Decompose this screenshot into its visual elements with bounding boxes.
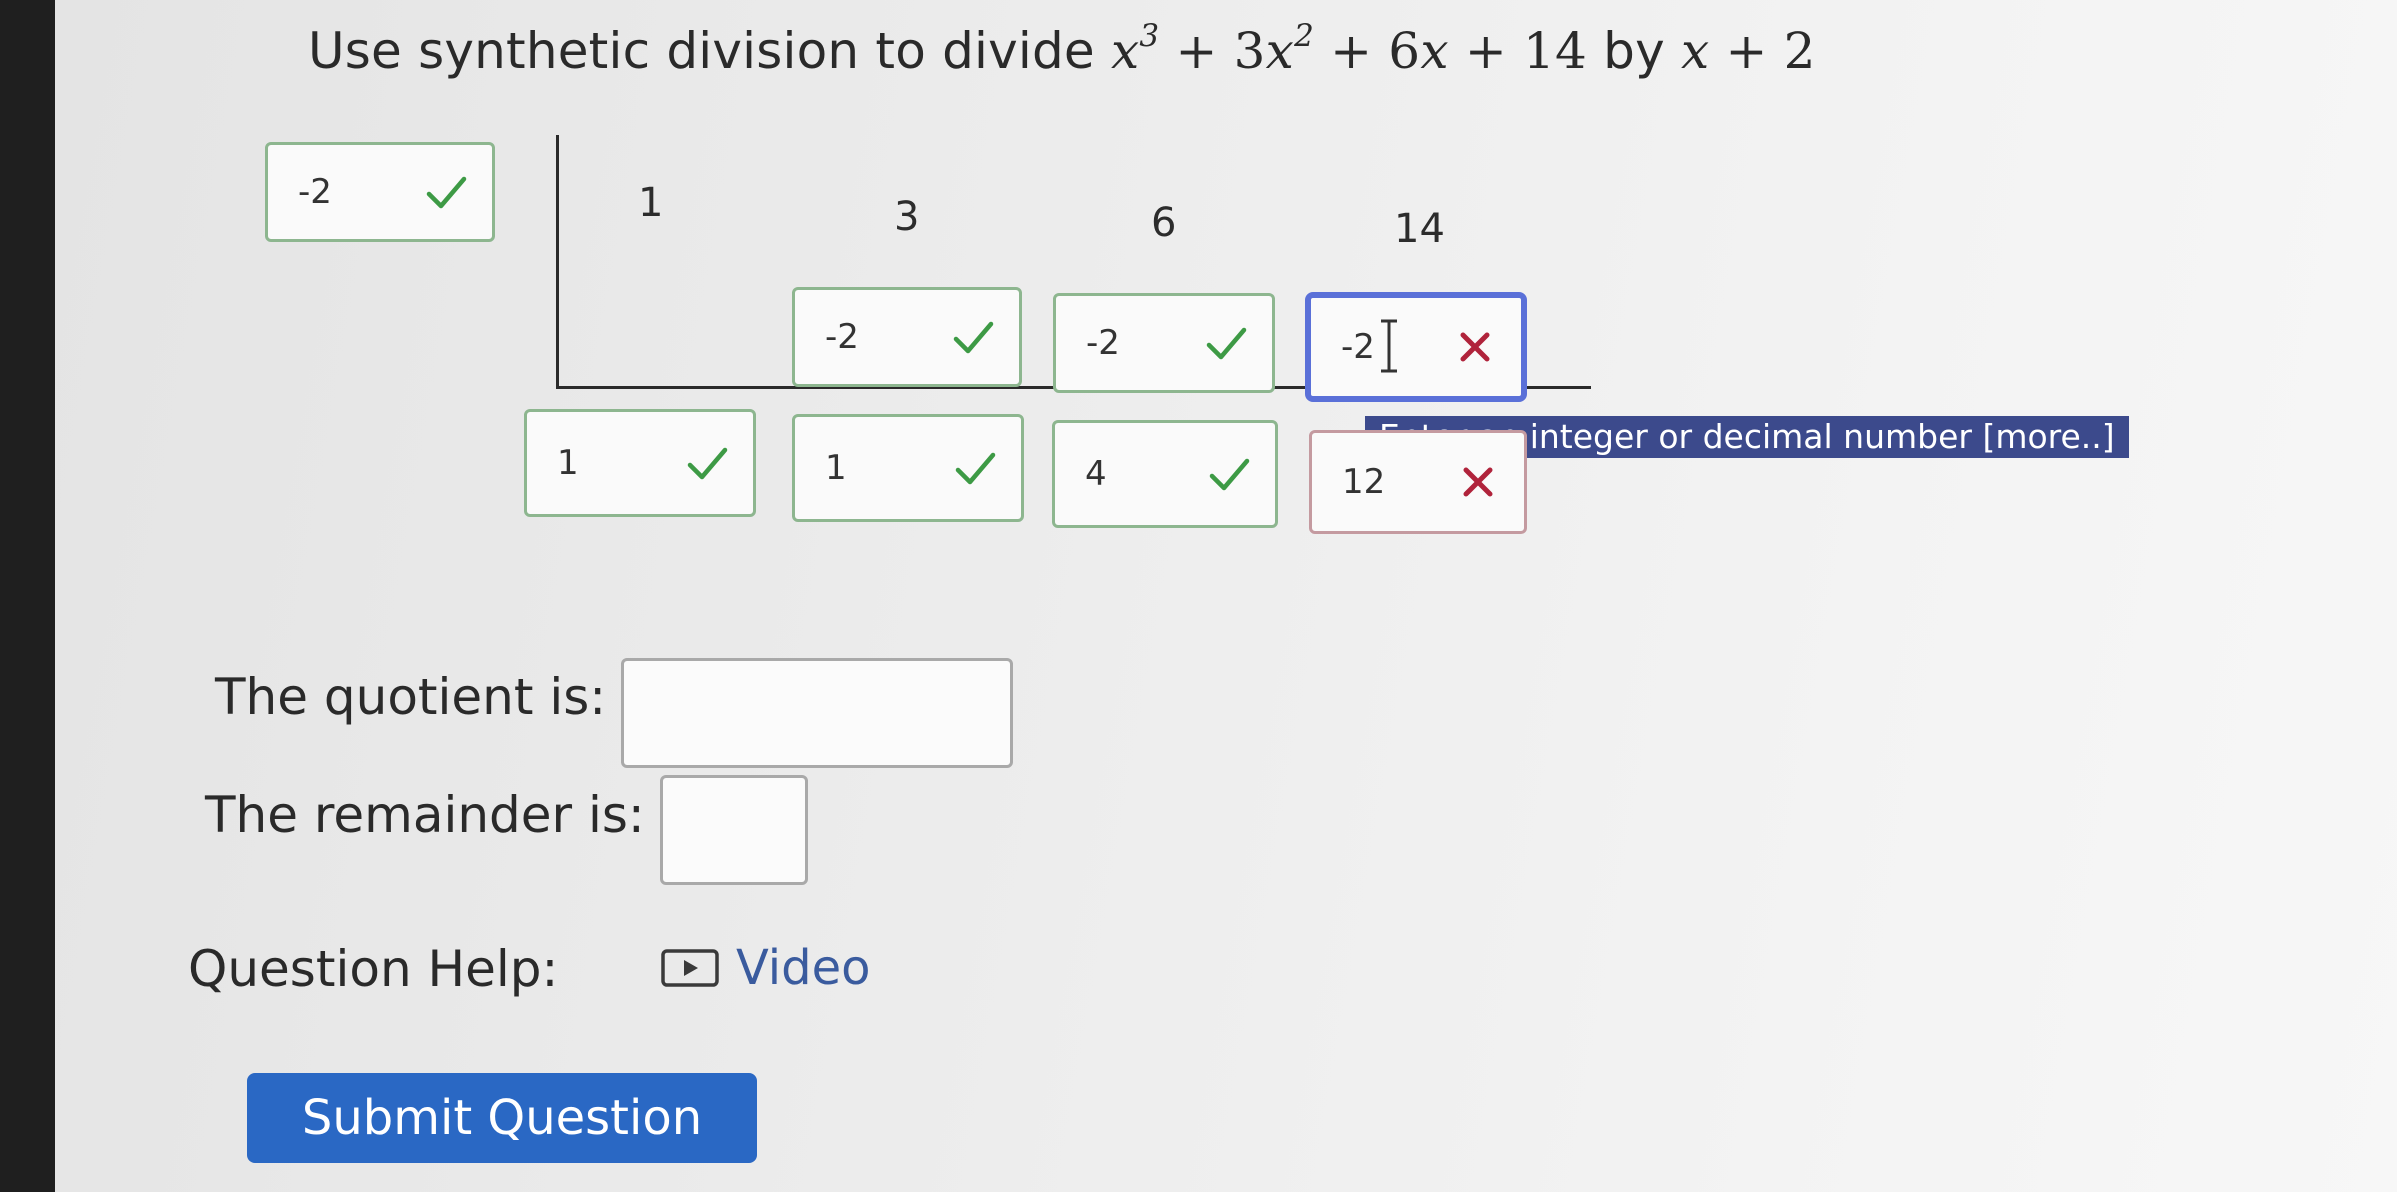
- bottom-input-1[interactable]: 1: [524, 409, 756, 517]
- middle-input-3-active[interactable]: -2: [1305, 292, 1527, 402]
- video-play-icon: [661, 949, 719, 987]
- page: Use synthetic division to divide x3 + 3x…: [55, 0, 2397, 1192]
- by-word: by: [1603, 22, 1665, 80]
- bottom-input-2[interactable]: 1: [792, 414, 1024, 522]
- coefficient-2: 3: [894, 194, 920, 240]
- coefficient-4: 14: [1394, 206, 1445, 252]
- question-prefix: Use synthetic division to divide: [308, 22, 1095, 80]
- question-help-label: Question Help:: [188, 940, 559, 998]
- video-help-link[interactable]: Video: [660, 940, 870, 996]
- root-input[interactable]: -2: [265, 142, 495, 242]
- text-cursor-icon: [1381, 319, 1397, 373]
- check-icon: [1206, 327, 1247, 360]
- coefficient-1: 1: [638, 180, 664, 226]
- check-icon: [687, 447, 728, 480]
- quotient-label: The quotient is:: [215, 668, 607, 726]
- divisor: x + 2: [1680, 22, 1816, 80]
- bottom-input-4[interactable]: 12: [1309, 430, 1527, 534]
- cross-icon: [1460, 332, 1490, 362]
- check-icon: [1209, 458, 1250, 491]
- remainder-input[interactable]: [660, 775, 808, 885]
- division-vertical-line: [556, 135, 559, 388]
- remainder-label: The remainder is:: [205, 786, 645, 844]
- check-icon: [426, 176, 467, 209]
- coefficient-3: 6: [1151, 200, 1177, 246]
- question-text: Use synthetic division to divide x3 + 3x…: [308, 17, 1816, 80]
- quotient-input[interactable]: [621, 658, 1013, 768]
- check-icon: [955, 452, 996, 485]
- check-icon: [953, 321, 994, 354]
- middle-input-2[interactable]: -2: [1053, 293, 1275, 393]
- middle-input-1[interactable]: -2: [792, 287, 1022, 387]
- bottom-input-3[interactable]: 4: [1052, 420, 1278, 528]
- cross-icon: [1463, 467, 1493, 497]
- dividend: x3 + 3x2 + 6x + 14: [1111, 17, 1588, 80]
- submit-question-button[interactable]: Submit Question: [247, 1073, 757, 1163]
